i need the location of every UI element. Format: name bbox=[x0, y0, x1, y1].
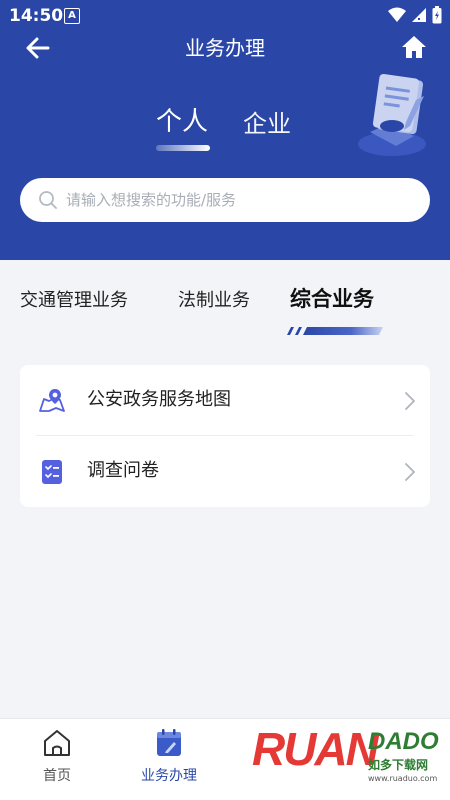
bottom-nav-business[interactable]: 业务办理 bbox=[114, 727, 224, 785]
bottom-nav-label: 首页 bbox=[43, 768, 71, 784]
tab-enterprise[interactable]: 企业 bbox=[243, 106, 291, 142]
watermark-logo: RUAN DADO 如多下载网 www.ruaduo.com bbox=[250, 716, 450, 800]
active-category-indicator bbox=[287, 327, 383, 335]
wifi-icon bbox=[388, 7, 406, 22]
search-bar[interactable] bbox=[20, 178, 430, 222]
page-title: 业务办理 bbox=[185, 36, 265, 60]
watermark-url: www.ruaduo.com bbox=[368, 774, 438, 783]
chevron-right-icon bbox=[405, 463, 415, 481]
bottom-nav-label: 业务办理 bbox=[141, 768, 197, 784]
calendar-edit-icon bbox=[157, 729, 181, 756]
signal-icon bbox=[412, 8, 426, 22]
mode-tabs: 个人 企业 bbox=[0, 104, 450, 154]
status-bar: 14:50 A bbox=[0, 0, 450, 32]
list-item-label: 公安政务服务地图 bbox=[87, 389, 231, 410]
active-tab-indicator bbox=[156, 145, 210, 151]
tab-personal[interactable]: 个人 bbox=[156, 104, 208, 140]
search-input[interactable] bbox=[66, 191, 406, 209]
notification-badge: A bbox=[64, 8, 80, 24]
watermark-cn: 如多下载网 bbox=[368, 758, 429, 772]
battery-icon bbox=[432, 6, 442, 24]
search-icon bbox=[39, 191, 57, 209]
status-icons bbox=[388, 6, 442, 24]
tab-legal[interactable]: 法制业务 bbox=[178, 288, 250, 314]
tab-traffic-management[interactable]: 交通管理业务 bbox=[20, 288, 128, 314]
house-icon bbox=[44, 730, 70, 756]
header: 14:50 A 业务办理 个人 企业 bbox=[0, 0, 450, 260]
list-item-label: 调查问卷 bbox=[87, 460, 159, 481]
home-icon[interactable] bbox=[400, 33, 428, 61]
map-pin-icon bbox=[39, 389, 65, 412]
status-time: 14:50 bbox=[9, 6, 64, 26]
chevron-right-icon bbox=[405, 392, 415, 410]
category-tabs: 交通管理业务 法制业务 综合业务 bbox=[0, 260, 450, 350]
bottom-nav-home[interactable]: 首页 bbox=[2, 727, 112, 785]
tab-general[interactable]: 综合业务 bbox=[290, 286, 374, 312]
list-item-survey[interactable]: 调查问卷 bbox=[20, 436, 430, 507]
watermark-brand: RUAN bbox=[252, 723, 379, 775]
watermark-brand-tail: DADO bbox=[368, 728, 439, 755]
list-item-police-service-map[interactable]: 公安政务服务地图 bbox=[20, 365, 430, 436]
service-list: 公安政务服务地图 调查问卷 bbox=[20, 365, 430, 507]
checklist-icon bbox=[42, 460, 62, 484]
